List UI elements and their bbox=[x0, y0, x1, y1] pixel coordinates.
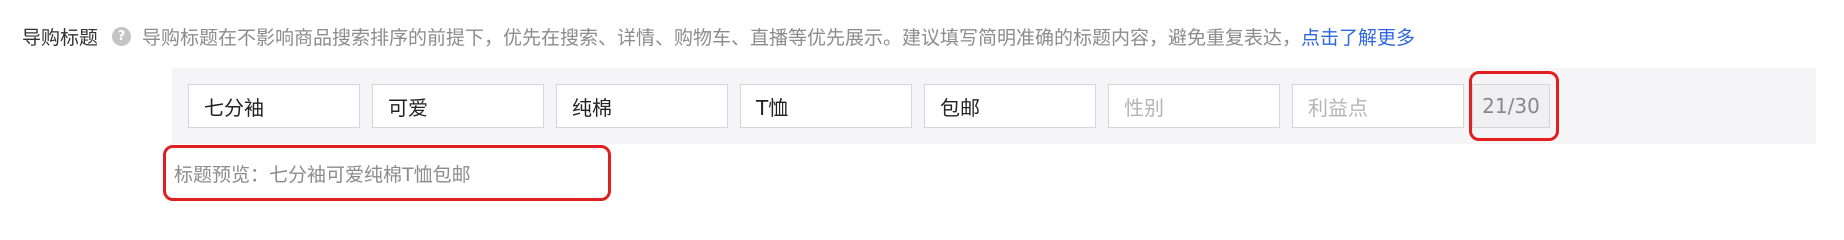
tag-input-gender[interactable]: 性别 bbox=[1108, 84, 1280, 128]
tag-input-selling-point[interactable]: 利益点 bbox=[1292, 84, 1464, 128]
learn-more-link[interactable]: 点击了解更多 bbox=[1301, 23, 1415, 50]
counter-highlight-box bbox=[1469, 71, 1559, 141]
title-field-header: 导购标题 ? 导购标题在不影响商品搜索排序的前提下，优先在搜索、详情、购物车、直… bbox=[22, 20, 1415, 52]
question-circle-icon[interactable]: ? bbox=[112, 26, 132, 46]
tag-input-1[interactable]: 七分袖 bbox=[188, 84, 360, 128]
tag-input-4[interactable]: T恤 bbox=[740, 84, 912, 128]
title-tag-panel: 七分袖 可爱 纯棉 T恤 包邮 性别 利益点 21/30 bbox=[172, 68, 1816, 144]
field-hint: 导购标题在不影响商品搜索排序的前提下，优先在搜索、详情、购物车、直播等优先展示。… bbox=[142, 26, 1302, 49]
tag-input-3[interactable]: 纯棉 bbox=[556, 84, 728, 128]
tag-input-5[interactable]: 包邮 bbox=[924, 84, 1096, 128]
preview-highlight-box bbox=[163, 145, 611, 201]
field-label: 导购标题 bbox=[22, 26, 99, 49]
tag-input-2[interactable]: 可爱 bbox=[372, 84, 544, 128]
